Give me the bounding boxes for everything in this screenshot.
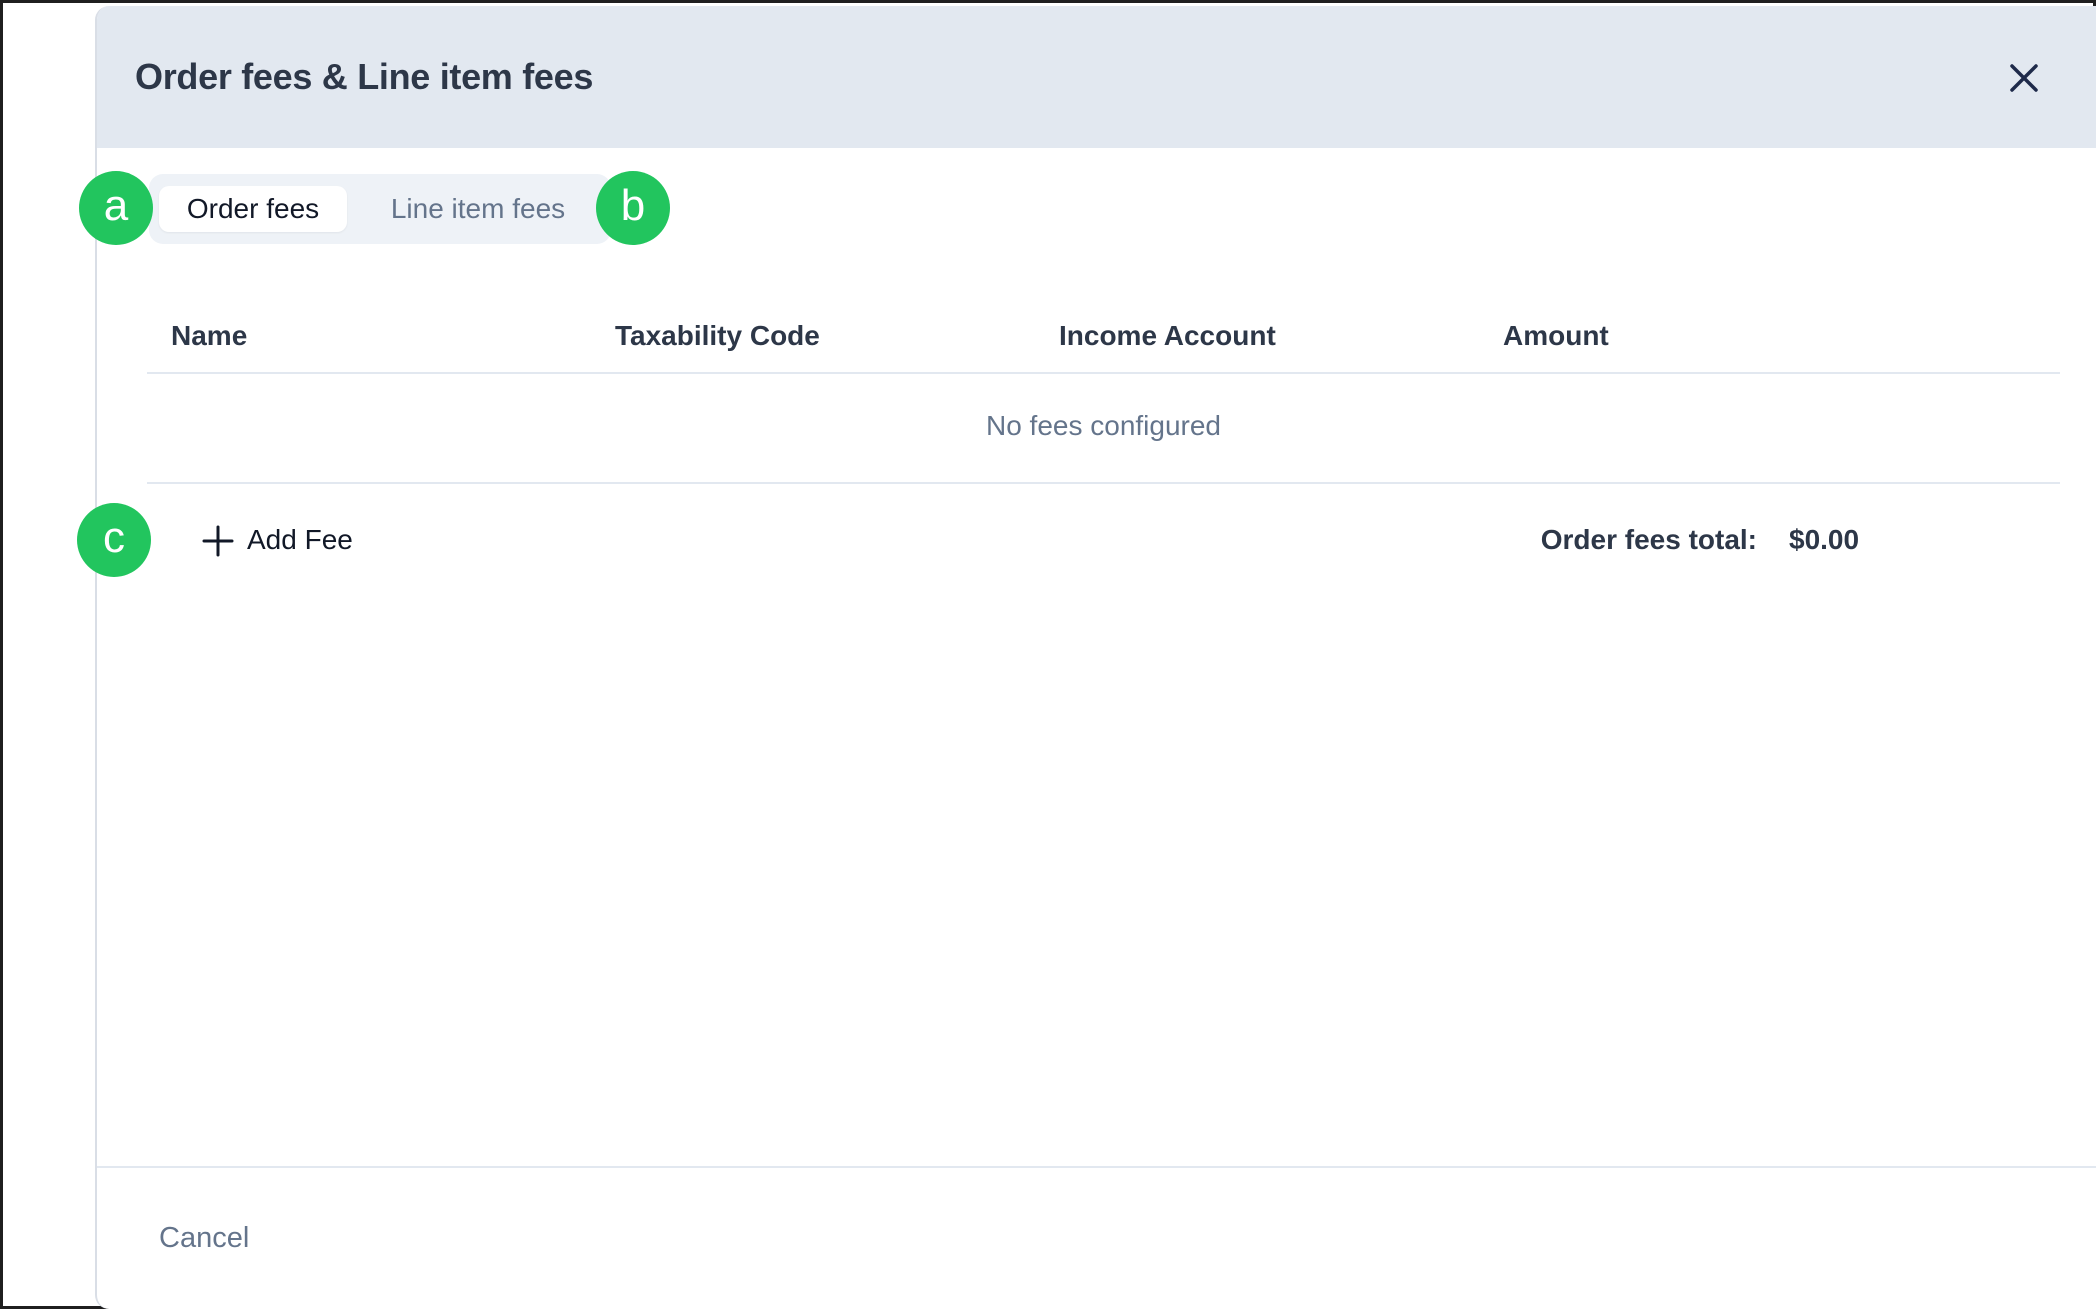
annotation-badge-a: a <box>79 171 153 245</box>
close-icon <box>2010 64 2038 92</box>
close-button[interactable] <box>2002 56 2046 100</box>
cancel-button[interactable]: Cancel <box>159 1222 249 1255</box>
screenshot-frame: Order fees & Line item fees Order fees L… <box>0 0 2096 1309</box>
modal-title: Order fees & Line item fees <box>135 56 594 97</box>
annotation-badge-c: c <box>77 503 151 577</box>
column-header-name: Name <box>171 320 248 351</box>
column-header-income-account: Income Account <box>1059 320 1276 351</box>
tab-line-item-fees[interactable]: Line item fees <box>363 186 593 232</box>
fee-type-tabs: Order fees Line item fees <box>149 174 611 244</box>
tab-order-fees[interactable]: Order fees <box>159 186 347 232</box>
fees-table-header: Name Taxability Code Income Account Amou… <box>147 306 2060 374</box>
column-header-amount: Amount <box>1503 320 1609 351</box>
empty-table-row: No fees configured <box>147 374 2060 484</box>
annotation-badge-b: b <box>596 171 670 245</box>
order-fees-total-value: $0.00 <box>1789 524 1860 555</box>
plus-icon <box>202 525 234 557</box>
column-header-taxability-code: Taxability Code <box>615 320 820 351</box>
modal-header: Order fees & Line item fees <box>97 6 2096 148</box>
empty-state-message: No fees configured <box>985 410 1222 441</box>
order-fees-total-label: Order fees total: <box>1540 524 1757 555</box>
modal-footer: Cancel <box>97 1166 2096 1309</box>
fees-modal: Order fees & Line item fees Order fees L… <box>95 6 2096 1309</box>
add-fee-label: Add Fee <box>247 524 353 555</box>
